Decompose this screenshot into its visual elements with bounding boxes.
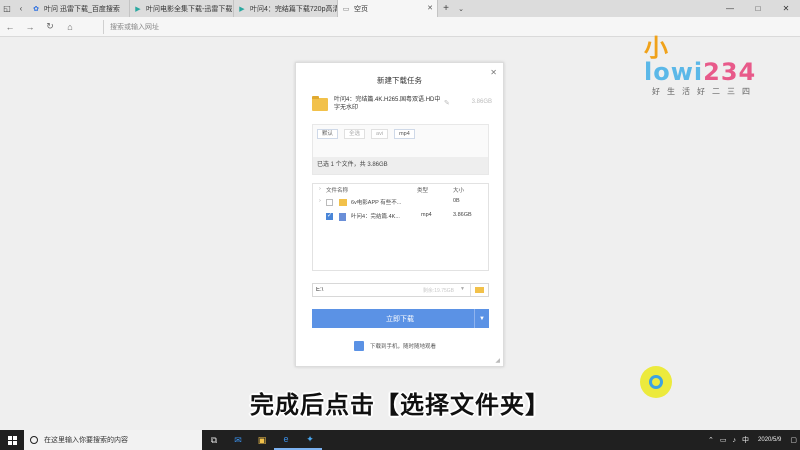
header-type: 类型 [417, 188, 429, 194]
tray-arrow-icon[interactable]: ⌃ [708, 436, 714, 444]
choose-folder-button[interactable] [470, 284, 488, 296]
chevron-down-icon[interactable]: ⌄ [454, 0, 468, 17]
expand-arrow-icon[interactable]: › [319, 198, 321, 204]
task-view-icon[interactable]: ⧉ [202, 430, 226, 450]
close-window-icon[interactable]: ✕ [772, 0, 800, 17]
browser-tab[interactable]: ▶ 叶问4：完结篇下载720p高清 [234, 0, 338, 17]
list-item-size: 3.86GB [453, 212, 472, 218]
dialog-title: 新建下载任务 [377, 76, 422, 85]
list-item[interactable]: 叶问4：完结篇.4K... mp4 3.86GB [313, 210, 488, 224]
back-arrow-icon[interactable]: ← [0, 22, 20, 32]
download-now-label: 立即下载 [386, 315, 414, 323]
browser-tab-active[interactable]: ▭ 空页 ✕ [338, 0, 438, 17]
resize-grip-icon[interactable]: ◢ [495, 357, 500, 364]
download-to-phone[interactable]: 下载到手机，随时随地观看 [354, 340, 436, 352]
video-subtitle: 完成后点击【选择文件夹】 [250, 392, 550, 419]
notification-icon[interactable]: ▢ [790, 436, 797, 444]
forward-arrow-icon[interactable]: → [20, 22, 40, 32]
tab-label: 叶问电影全集下载-迅雷下载 [146, 5, 233, 13]
list-item-name: 6v电影APP 有些不... [351, 200, 402, 206]
cortana-icon [30, 436, 38, 444]
folder-icon [475, 287, 484, 293]
task-file-size: 3.86GB [471, 99, 492, 105]
site-logo: 小lowi234 好生活好二三四 [644, 36, 774, 96]
edge-browser-icon[interactable]: e [274, 430, 298, 450]
file-filter-box: 默认 全选 avi mp4 已选 1 个文件，共 3.86GB [312, 124, 489, 175]
folder-icon [312, 96, 328, 111]
expand-arrow-icon[interactable]: › [319, 186, 321, 192]
browser-tab[interactable]: ▶ 叶问电影全集下载-迅雷下载 [130, 0, 234, 17]
edit-icon[interactable]: ✎ [444, 99, 450, 107]
header-size: 大小 [453, 188, 465, 194]
maximize-icon[interactable]: □ [744, 0, 772, 17]
logo-text: 小lowi234 [644, 34, 757, 86]
save-path-field: 剩余:19.75GB ▼ [312, 283, 489, 297]
close-icon[interactable]: ✕ [427, 4, 433, 12]
header-name: 文件名称 [326, 188, 349, 194]
system-clock[interactable]: 2020/5/9 [752, 437, 787, 444]
cursor-highlight [640, 366, 672, 398]
list-item-size: 0B [453, 198, 460, 204]
network-icon[interactable]: ▭ [720, 436, 727, 444]
browser-tab[interactable]: ✿ 叶问 迅雷下载_百度搜索 [28, 0, 130, 17]
checkbox-checked[interactable] [326, 212, 333, 220]
thunder-app-icon[interactable]: ✦ [298, 430, 322, 450]
taskbar-search[interactable]: 在这里输入你要搜索的内容 [24, 430, 202, 450]
list-item-type: mp4 [421, 212, 432, 218]
folder-icon [339, 199, 347, 206]
tab-label: 叶问4：完结篇下载720p高清 [250, 5, 338, 13]
home-icon[interactable]: ⌂ [60, 22, 80, 32]
filter-mp4[interactable]: mp4 [394, 129, 415, 139]
video-file-icon [339, 213, 346, 221]
filter-default[interactable]: 默认 [317, 129, 339, 139]
tab-label: 空页 [354, 5, 368, 13]
refresh-icon[interactable]: ↻ [40, 21, 60, 32]
address-bar: ← → ↻ ⌂ 搜索或输入网址 [0, 17, 800, 37]
new-download-dialog: 新建下载任务 ✕ 叶问4：完结篇.4K.H265.国粤双语.HD中字无水印 ✎ … [295, 62, 504, 367]
tab-label: 叶问 迅雷下载_百度搜索 [44, 5, 120, 13]
task-file-name: 叶问4：完结篇.4K.H265.国粤双语.HD中字无水印 [334, 97, 441, 111]
tab-preview-icon[interactable]: ◱ [0, 0, 14, 17]
filter-avi[interactable]: avi [371, 129, 389, 139]
logo-slogan: 好生活好二三四 [652, 87, 757, 96]
play-icon: ▶ [135, 5, 141, 13]
system-tray: ⌃ ▭ ♪ 中 2020/5/9 ▢ [705, 430, 800, 450]
close-icon[interactable]: ✕ [490, 68, 497, 77]
selected-summary: 已选 1 个文件，共 3.86GB [313, 157, 488, 174]
phone-qr-icon [354, 341, 364, 351]
new-tab-icon[interactable]: + [438, 0, 454, 17]
browser-tab-bar: ◱ ‹ ✿ 叶问 迅雷下载_百度搜索 ▶ 叶问电影全集下载-迅雷下载 ▶ 叶问4… [0, 0, 800, 17]
chevron-down-icon[interactable]: ▼ [460, 286, 465, 292]
play-icon: ▶ [239, 5, 245, 13]
file-list-header: › 文件名称 类型 大小 [313, 184, 488, 196]
free-space-hint: 剩余:19.75GB [422, 288, 454, 294]
taskbar-search-placeholder: 在这里输入你要搜索的内容 [44, 437, 128, 444]
chevron-down-icon[interactable]: ▼ [474, 309, 489, 328]
address-input[interactable]: 搜索或输入网址 [103, 20, 573, 34]
download-now-button[interactable]: 立即下载 ▼ [312, 309, 489, 328]
tab-back-icon[interactable]: ‹ [14, 0, 28, 17]
list-item[interactable]: › 6v电影APP 有些不... 0B [313, 196, 488, 210]
file-list: › 文件名称 类型 大小 › 6v电影APP 有些不... 0B 叶问4：完结篇… [312, 183, 489, 271]
paw-icon: ✿ [33, 5, 39, 13]
input-language[interactable]: 中 [742, 435, 749, 445]
blank-page-icon: ▭ [342, 5, 350, 13]
mail-icon[interactable]: ✉ [226, 430, 250, 450]
minimize-icon[interactable]: — [716, 0, 744, 17]
store-icon[interactable]: ▣ [250, 430, 274, 450]
download-to-phone-label: 下载到手机，随时随地观看 [370, 344, 437, 350]
volume-icon[interactable]: ♪ [733, 437, 737, 444]
task-file-row: 叶问4：完结篇.4K.H265.国粤双语.HD中字无水印 ✎ 3.86GB [312, 96, 492, 118]
windows-start-icon[interactable] [0, 430, 24, 450]
filter-select-all[interactable]: 全选 [344, 129, 366, 139]
windows-taskbar: 在这里输入你要搜索的内容 ⧉ ✉ ▣ e ✦ ⌃ ▭ ♪ 中 2020/5/9 … [0, 430, 800, 450]
window-controls: — □ ✕ [716, 0, 800, 17]
checkbox[interactable] [326, 199, 333, 206]
list-item-name: 叶问4：完结篇.4K... [351, 214, 400, 220]
address-placeholder: 搜索或输入网址 [110, 24, 159, 31]
